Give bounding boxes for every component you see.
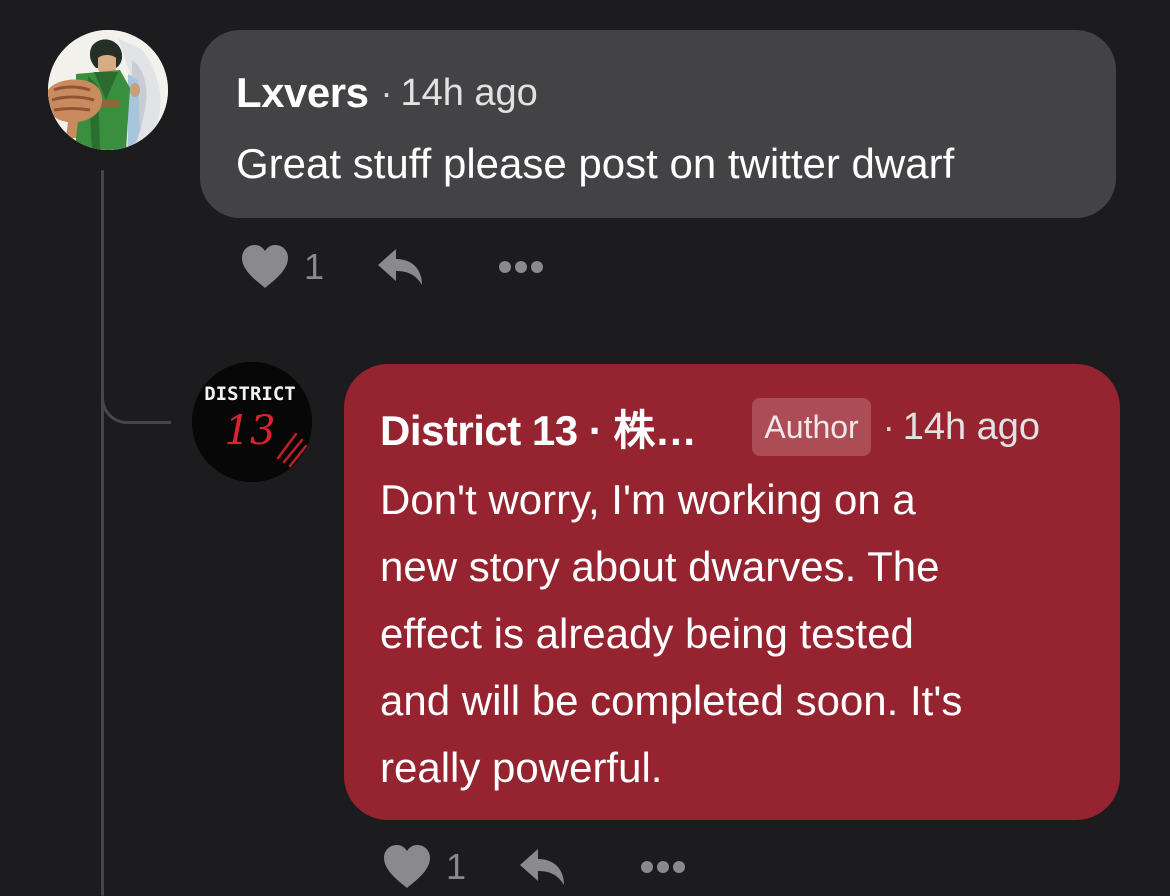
like-count: 1: [304, 246, 325, 287]
like-count: 1: [446, 846, 467, 887]
logo-number: 13: [225, 408, 276, 454]
avatar-lxvers[interactable]: [48, 30, 168, 150]
comment-text: Don't worry, I'm working on a new story …: [380, 466, 1084, 801]
avatar-illustration: [48, 30, 168, 150]
comment-text-line: Don't worry, I'm working on a: [380, 476, 916, 523]
meta-separator: ·: [380, 72, 393, 113]
comment-author[interactable]: District 13 · 株…: [380, 397, 697, 458]
logo-wordmark: DISTRICT: [204, 383, 296, 405]
comment-text-line: really powerful.: [380, 744, 663, 791]
more-dots-icon[interactable]: [498, 260, 544, 274]
avatar-district-13[interactable]: DISTRICT 13: [192, 362, 312, 482]
comment-timestamp: 14h ago: [902, 405, 1041, 448]
comment-text-line: and will be completed soon. It's: [380, 677, 963, 724]
comment-meta: District 13 · 株… Author · 14h ago: [380, 398, 1084, 456]
heart-icon[interactable]: [240, 244, 290, 290]
thread-line: [101, 170, 104, 896]
author-reply-bubble: District 13 · 株… Author · 14h ago Don't …: [344, 364, 1120, 820]
comment-actions: 1: [240, 244, 544, 290]
comment-text-line: effect is already being tested: [380, 610, 914, 657]
reply-arrow-icon[interactable]: [376, 247, 426, 287]
comment-text: Great stuff please post on twitter dwarf: [236, 140, 955, 187]
thread-reply-connector: [101, 380, 171, 424]
comment-thread: Lxvers · 14h ago Great stuff please post…: [0, 0, 1170, 896]
comment-author[interactable]: Lxvers: [236, 69, 369, 117]
meta-separator: ·: [882, 406, 895, 447]
comment-bubble: Lxvers · 14h ago Great stuff please post…: [200, 30, 1116, 218]
comment-timestamp: 14h ago: [400, 71, 538, 114]
more-dots-icon[interactable]: [640, 860, 686, 874]
comment-actions: 1: [382, 844, 686, 890]
author-badge: Author: [752, 398, 871, 456]
comment-meta: Lxvers · 14h ago: [236, 68, 1080, 118]
heart-icon[interactable]: [382, 844, 432, 890]
district-13-logo: DISTRICT 13: [192, 362, 312, 482]
comment-text-line: new story about dwarves. The: [380, 543, 940, 590]
reply-arrow-icon[interactable]: [518, 847, 568, 887]
